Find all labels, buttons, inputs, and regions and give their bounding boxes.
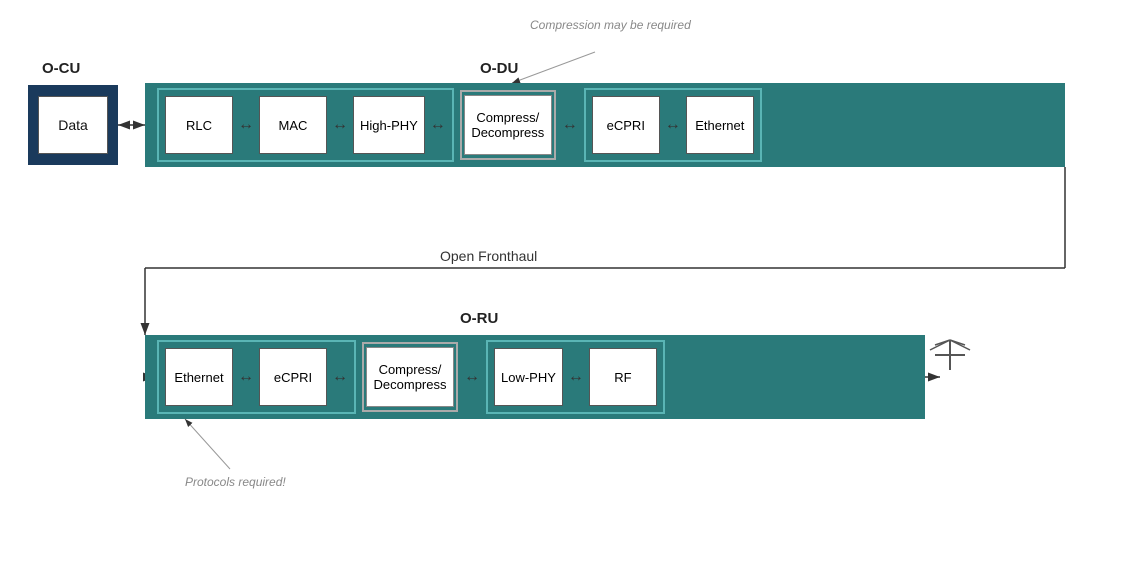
arrow-oru-eth-ecpri: ↔ [238,368,254,386]
arrow-mac-highphy: ↔ [332,116,348,134]
arrow-compress-ecpri: ↔ [562,116,578,134]
ocu-label: O-CU [42,60,80,77]
odu-ecpri-block: eCPRI [592,96,660,154]
arrow-ecpri-ethernet: ↔ [665,116,681,134]
odu-rlc-block: RLC [165,96,233,154]
oru-ecpri-block: eCPRI [259,348,327,406]
oru-lowphy-block: Low-PHY [494,348,563,406]
ocu-box: Data [28,85,118,165]
odu-highphy-block: High-PHY [353,96,425,154]
oru-ethernet-block: Ethernet [165,348,233,406]
diagram-container: O-CU Data O-DU RLC ↔ MAC ↔ High-PHY ↔ Co… [0,0,1123,565]
fronthaul-label: Open Fronthaul [440,248,537,264]
compression-annotation: Compression may be required [530,18,691,32]
arrow-oru-compress-lowphy: ↔ [464,368,480,386]
arrow-oru-ecpri-compress: ↔ [332,368,348,386]
odu-box: RLC ↔ MAC ↔ High-PHY ↔ Compress/Decompre… [145,83,1065,167]
arrow-highphy-compress: ↔ [430,116,446,134]
oru-label: O-RU [460,310,498,327]
oru-rf-block: RF [589,348,657,406]
odu-mac-block: MAC [259,96,327,154]
arrow-oru-lowphy-rf: ↔ [568,368,584,386]
oru-box: Ethernet ↔ eCPRI ↔ Compress/Decompress ↔… [145,335,925,419]
protocols-annotation: Protocols required! [185,475,286,489]
odu-label: O-DU [480,60,518,77]
oru-compress-block: Compress/Decompress [366,347,454,407]
odu-ethernet-block: Ethernet [686,96,754,154]
arrow-rlc-mac: ↔ [238,116,254,134]
ocu-data-block: Data [38,96,108,154]
odu-compress-block: Compress/Decompress [464,95,552,155]
